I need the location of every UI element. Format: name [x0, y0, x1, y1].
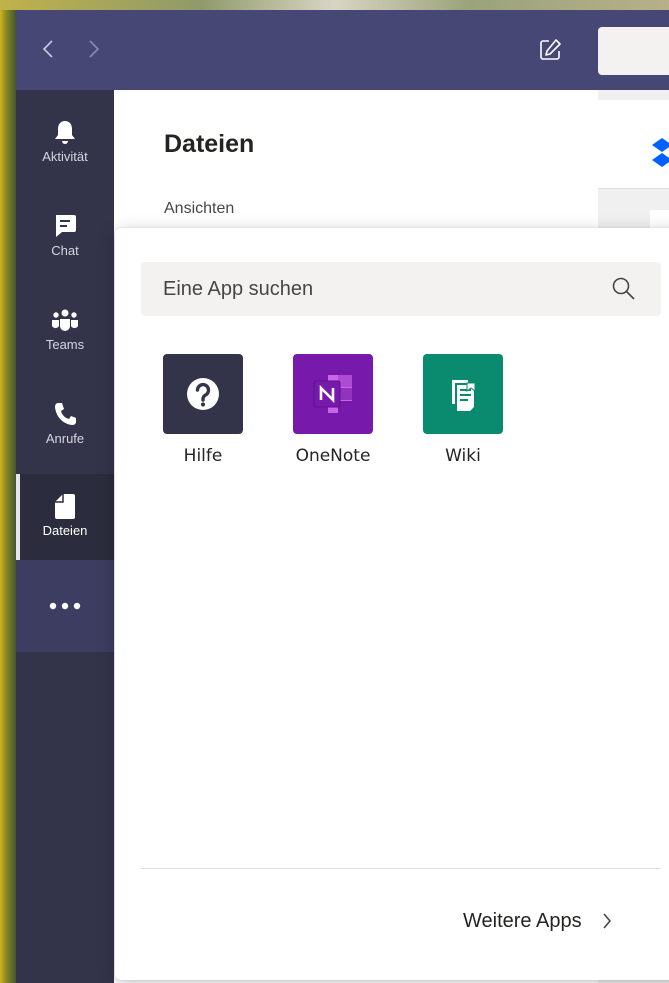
app-flyout: Hilfe OneNote Wiki — [115, 228, 669, 980]
compose-button[interactable] — [534, 34, 566, 66]
wiki-icon — [452, 380, 476, 411]
forward-button[interactable] — [84, 36, 104, 62]
app-tile-wiki[interactable]: Wiki — [408, 354, 518, 474]
app-search-box[interactable] — [141, 262, 661, 316]
desktop-wallpaper-top — [0, 0, 669, 10]
app-tile-onenote[interactable]: OneNote — [278, 354, 388, 474]
app-icon-tile — [163, 354, 243, 434]
search-icon[interactable] — [611, 276, 637, 302]
app-icon-tile — [293, 354, 373, 434]
app-label: OneNote — [295, 446, 371, 466]
more-apps-label: Weitere Apps — [463, 909, 582, 932]
chevron-left-icon — [42, 40, 53, 58]
top-search-box[interactable] — [598, 27, 669, 75]
divider — [141, 868, 661, 869]
more-apps-link[interactable]: Weitere Apps — [463, 906, 612, 936]
chevron-right-icon — [89, 40, 100, 58]
back-button[interactable] — [38, 36, 58, 62]
app-label: Hilfe — [183, 446, 223, 466]
rail-item-label: Teams — [45, 337, 85, 352]
app-label: Wiki — [445, 446, 481, 466]
app-search-input[interactable] — [161, 276, 595, 302]
page-title: Dateien — [164, 130, 255, 158]
rail-item-teams[interactable]: Teams — [16, 288, 114, 374]
compose-icon — [540, 39, 561, 60]
app-rail: Aktivität Chat Teams Anrufe Dateien — [16, 90, 114, 983]
rail-item-label: Aktivität — [42, 149, 88, 164]
dropbox-icon — [652, 138, 669, 167]
section-heading: Ansichten — [164, 200, 235, 217]
bell-icon — [55, 121, 75, 144]
help-question-icon — [187, 378, 219, 410]
app-tile-hilfe[interactable]: Hilfe — [148, 354, 258, 474]
teams-icon — [52, 309, 78, 331]
title-bar — [16, 10, 669, 90]
rail-item-label: Chat — [51, 243, 79, 258]
phone-icon — [55, 403, 76, 425]
content-header — [598, 100, 669, 189]
file-icon — [55, 494, 75, 519]
onenote-icon — [313, 375, 352, 413]
rail-item-activity[interactable]: Aktivität — [16, 100, 114, 186]
chevron-right-icon — [602, 912, 612, 930]
rail-item-files[interactable]: Dateien — [16, 474, 114, 566]
rail-item-label: Anrufe — [45, 431, 85, 446]
rail-item-chat[interactable]: Chat — [16, 194, 114, 280]
rail-item-label: Dateien — [42, 523, 88, 538]
more-dots-icon — [49, 602, 81, 610]
app-icon-tile — [423, 354, 503, 434]
rail-item-calls[interactable]: Anrufe — [16, 382, 114, 468]
chat-icon — [56, 215, 76, 237]
more-apps-rail-button[interactable] — [16, 560, 114, 652]
